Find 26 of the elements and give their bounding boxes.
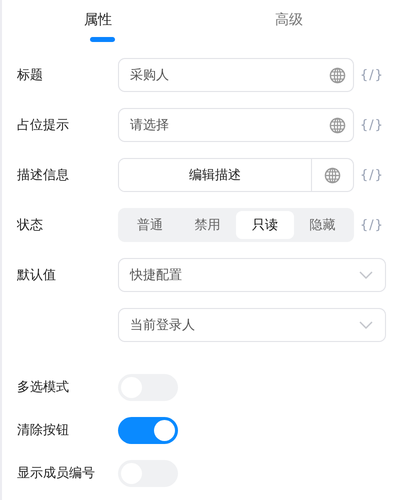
segment-option[interactable]: 隐藏: [294, 211, 351, 239]
chevron-down-icon: [359, 321, 373, 329]
segment-option[interactable]: 只读: [236, 211, 294, 239]
field-label: 默认值: [17, 267, 57, 284]
field-label: 占位提示: [17, 117, 70, 134]
field-label: 描述信息: [17, 167, 70, 184]
globe-icon[interactable]: [324, 166, 341, 184]
toggle-switch[interactable]: [118, 416, 178, 444]
segment-option[interactable]: 禁用: [178, 211, 236, 239]
tab-indicator: [90, 37, 115, 42]
segmented-control[interactable]: 普通 禁用 只读 隐藏: [118, 208, 354, 242]
select-field[interactable]: 快捷配置: [118, 258, 386, 292]
text-field[interactable]: 采购人: [118, 58, 354, 92]
field-label: 状态: [17, 217, 44, 234]
switch-label: 多选模式: [17, 379, 70, 396]
field-label: 标题: [17, 67, 44, 84]
text-field[interactable]: 请选择: [118, 108, 354, 142]
chevron-down-icon: [359, 271, 373, 279]
tab[interactable]: 属性: [17, 0, 180, 48]
switch-label: 显示成员编号: [17, 465, 96, 482]
switch-label: 清除按钮: [17, 422, 70, 439]
globe-icon[interactable]: [329, 116, 346, 134]
tab[interactable]: 高级: [179, 0, 399, 48]
segment-option[interactable]: 普通: [121, 211, 178, 239]
select-field[interactable]: 当前登录人: [118, 308, 386, 342]
globe-icon[interactable]: [329, 66, 346, 84]
